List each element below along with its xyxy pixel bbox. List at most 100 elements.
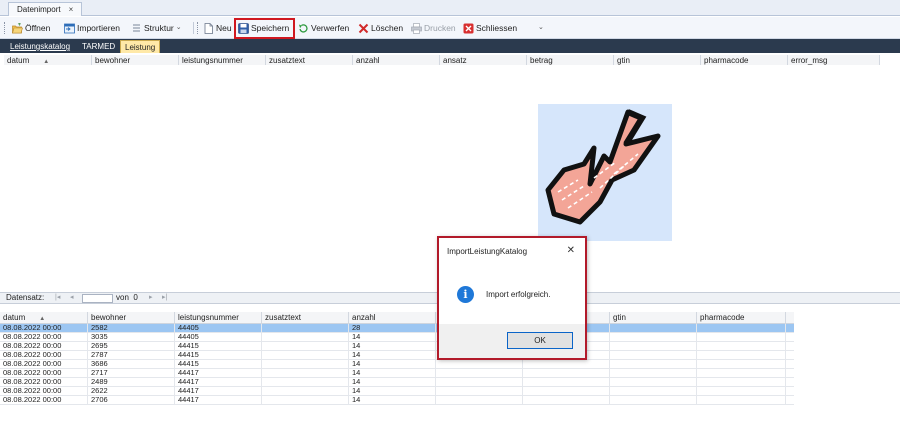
table-cell-datum[interactable]: 08.08.2022 00:00 [0,342,88,350]
table-cell-datum[interactable]: 08.08.2022 00:00 [0,378,88,386]
col-bewohner[interactable]: bewohner [88,312,175,324]
col-datum[interactable]: datum ▲ [0,312,88,324]
table-row[interactable]: 08.08.2022 00:00 2622 44417 14 [0,387,794,396]
table-cell-bewohner[interactable]: 2787 [88,351,175,359]
table-cell-zusatztext[interactable] [262,387,349,395]
table-cell-ansatz[interactable] [436,387,523,395]
table-cell-anzahl[interactable]: 14 [349,342,436,350]
col-leistungsnummer[interactable]: leistungsnummer [175,312,262,324]
table-cell-pharmacode[interactable] [697,342,786,350]
delete-button[interactable]: Löschen [358,20,403,36]
table-cell-zusatztext[interactable] [262,369,349,377]
table-cell-gtin[interactable] [610,387,697,395]
table-cell-betrag[interactable] [523,387,610,395]
table-row[interactable]: 08.08.2022 00:00 2717 44417 14 [0,369,794,378]
table-cell-gtin[interactable] [610,324,697,332]
toolbar-grip[interactable] [4,22,6,34]
table-cell-bewohner[interactable]: 2582 [88,324,175,332]
structure-dropdown-icon[interactable]: ⌄ [176,20,182,36]
table-cell-pharmacode[interactable] [697,369,786,377]
table-cell-anzahl[interactable]: 14 [349,387,436,395]
table-row[interactable]: 08.08.2022 00:00 2582 44405 28 [0,324,794,333]
table-cell-datum[interactable]: 08.08.2022 00:00 [0,351,88,359]
table-cell-zusatztext[interactable] [262,333,349,341]
table-cell-bewohner[interactable]: 2622 [88,387,175,395]
toolbar-overflow-icon[interactable]: ⌄ [538,20,544,36]
table-row[interactable]: 08.08.2022 00:00 2489 44417 14 [0,378,794,387]
table-cell-zusatztext[interactable] [262,342,349,350]
table-cell-anzahl[interactable]: 28 [349,324,436,332]
structure-button[interactable]: Struktur ⌄ [131,20,182,36]
nav-prev-icon[interactable]: ◂ [70,293,74,303]
import-button[interactable]: Importieren [64,20,120,36]
table-cell-leistungsnummer[interactable]: 44417 [175,378,262,386]
table-cell-pharmacode[interactable] [697,378,786,386]
table-cell-leistungsnummer[interactable]: 44405 [175,333,262,341]
table-cell-bewohner[interactable]: 2706 [88,396,175,404]
table-cell-zusatztext[interactable] [262,360,349,368]
table-cell-pharmacode[interactable] [697,351,786,359]
tab-leistungskatalog[interactable]: Leistungskatalog [10,40,70,53]
table-cell-anzahl[interactable]: 14 [349,396,436,404]
table-row[interactable]: 08.08.2022 00:00 3035 44405 14 [0,333,794,342]
tab-datenimport[interactable]: Datenimport × [8,2,83,16]
table-cell-betrag[interactable] [523,396,610,404]
table-cell-gtin[interactable] [610,378,697,386]
toolbar-grip-2[interactable] [197,22,199,34]
nav-next-icon[interactable]: ▸ [149,293,153,303]
discard-button[interactable]: Verwerfen [298,20,349,36]
table-cell-datum[interactable]: 08.08.2022 00:00 [0,387,88,395]
table-cell-bewohner[interactable]: 2717 [88,369,175,377]
table-cell-anzahl[interactable]: 14 [349,378,436,386]
print-button[interactable]: Drucken [411,20,456,36]
close-button[interactable]: Schliessen [463,20,517,36]
table-cell-datum[interactable]: 08.08.2022 00:00 [0,396,88,404]
record-position-input[interactable] [82,294,113,303]
table-cell-pharmacode[interactable] [697,396,786,404]
table-cell-leistungsnummer[interactable]: 44417 [175,396,262,404]
new-button[interactable]: Neu [203,20,232,36]
table-row[interactable]: 08.08.2022 00:00 2787 44415 14 [0,351,794,360]
table-cell-gtin[interactable] [610,396,697,404]
open-button[interactable]: Öffnen [12,20,50,36]
table-cell-betrag[interactable] [523,378,610,386]
table-cell-pharmacode[interactable] [697,324,786,332]
col-gtin[interactable]: gtin [610,312,697,324]
table-cell-gtin[interactable] [610,333,697,341]
col-anzahl[interactable]: anzahl [349,312,436,324]
table-cell-bewohner[interactable]: 2489 [88,378,175,386]
table-cell-leistungsnummer[interactable]: 44415 [175,342,262,350]
table-cell-gtin[interactable] [610,360,697,368]
table-cell-datum[interactable]: 08.08.2022 00:00 [0,324,88,332]
table-cell-leistungsnummer[interactable]: 44415 [175,351,262,359]
nav-first-icon[interactable]: |◂ [55,293,60,303]
tab-tarmed[interactable]: TARMED [82,40,115,53]
table-cell-pharmacode[interactable] [697,333,786,341]
table-cell-leistungsnummer[interactable]: 44417 [175,387,262,395]
table-cell-betrag[interactable] [523,360,610,368]
table-cell-ansatz[interactable] [436,396,523,404]
table-cell-gtin[interactable] [610,369,697,377]
ok-button[interactable]: OK [507,332,573,349]
table-cell-bewohner[interactable]: 3686 [88,360,175,368]
table-cell-anzahl[interactable]: 14 [349,351,436,359]
table-cell-anzahl[interactable]: 14 [349,369,436,377]
table-cell-anzahl[interactable]: 14 [349,360,436,368]
table-row[interactable]: 08.08.2022 00:00 2695 44415 14 [0,342,794,351]
table-cell-ansatz[interactable] [436,378,523,386]
table-cell-anzahl[interactable]: 14 [349,333,436,341]
nav-last-icon[interactable]: ▸| [162,293,167,303]
tab-close-icon[interactable]: × [69,5,74,14]
table-cell-ansatz[interactable] [436,369,523,377]
table-cell-bewohner[interactable]: 3035 [88,333,175,341]
table-cell-datum[interactable]: 08.08.2022 00:00 [0,360,88,368]
table-cell-leistungsnummer[interactable]: 44405 [175,324,262,332]
table-cell-zusatztext[interactable] [262,351,349,359]
table-cell-zusatztext[interactable] [262,378,349,386]
tab-leistung[interactable]: Leistung [120,40,161,53]
table-cell-betrag[interactable] [523,369,610,377]
dialog-close-icon[interactable]: ✕ [567,245,575,256]
table-row[interactable]: 08.08.2022 00:00 3686 44415 14 [0,360,794,369]
table-cell-zusatztext[interactable] [262,396,349,404]
table-cell-leistungsnummer[interactable]: 44417 [175,369,262,377]
